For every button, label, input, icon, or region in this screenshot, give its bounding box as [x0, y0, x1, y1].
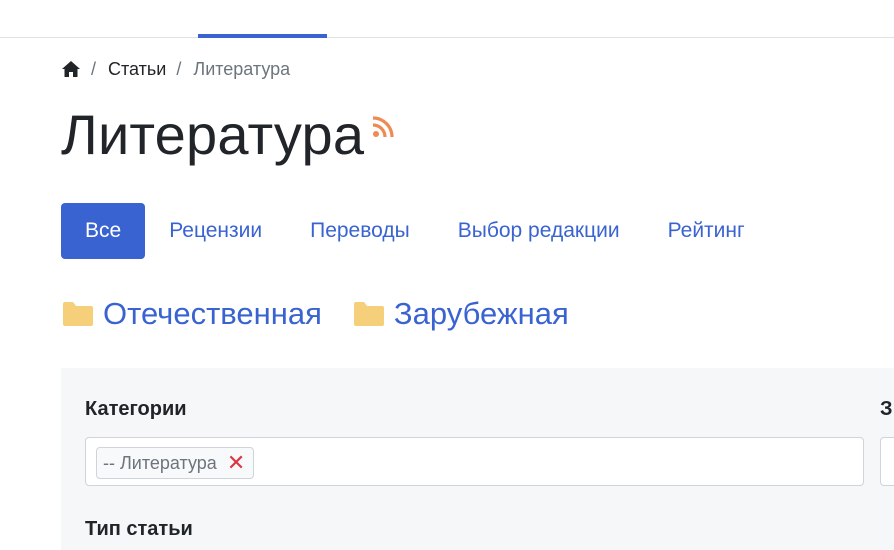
breadcrumb-separator: / [176, 58, 182, 79]
second-filter-select[interactable] [880, 437, 894, 486]
breadcrumb-current: Литература [193, 58, 291, 79]
tab-rating[interactable]: Рейтинг [644, 203, 769, 259]
active-nav-indicator [198, 34, 327, 38]
home-icon[interactable] [61, 59, 81, 79]
remove-icon[interactable]: ✕ [227, 452, 245, 474]
second-filter-label: З [880, 398, 893, 420]
selected-category-chip: -- Литература ✕ [96, 447, 255, 479]
subcategory-label: Отечественная [103, 296, 322, 331]
breadcrumb-link-articles[interactable]: Статьи [108, 59, 166, 80]
subcategory-foreign[interactable]: Зарубежная [352, 296, 569, 332]
rss-icon[interactable] [372, 116, 394, 138]
subcategory-list: Отечественная Зарубежная [61, 290, 599, 338]
article-tabs: Все Рецензии Переводы Выбор редакции Рей… [61, 203, 769, 259]
tab-translations[interactable]: Переводы [286, 203, 434, 259]
top-navbar [0, 0, 894, 38]
article-type-label: Тип статьи [85, 518, 193, 540]
tab-reviews[interactable]: Рецензии [145, 203, 286, 259]
folder-icon [63, 302, 93, 326]
breadcrumb: / Статьи / Литература [61, 57, 290, 81]
tab-editors-choice[interactable]: Выбор редакции [434, 203, 644, 259]
categories-label: Категории [85, 398, 187, 420]
subcategory-label: Зарубежная [393, 296, 569, 331]
categories-select[interactable]: -- Литература ✕ [85, 437, 864, 486]
tab-all[interactable]: Все [61, 203, 146, 259]
chip-label: -- Литература [103, 452, 217, 473]
subcategory-domestic[interactable]: Отечественная [61, 296, 322, 332]
filter-panel: Категории -- Литература ✕ З Тип статьи [61, 368, 894, 550]
folder-icon [353, 302, 384, 326]
page-title: Литература [61, 103, 365, 166]
breadcrumb-separator: / [91, 58, 97, 79]
